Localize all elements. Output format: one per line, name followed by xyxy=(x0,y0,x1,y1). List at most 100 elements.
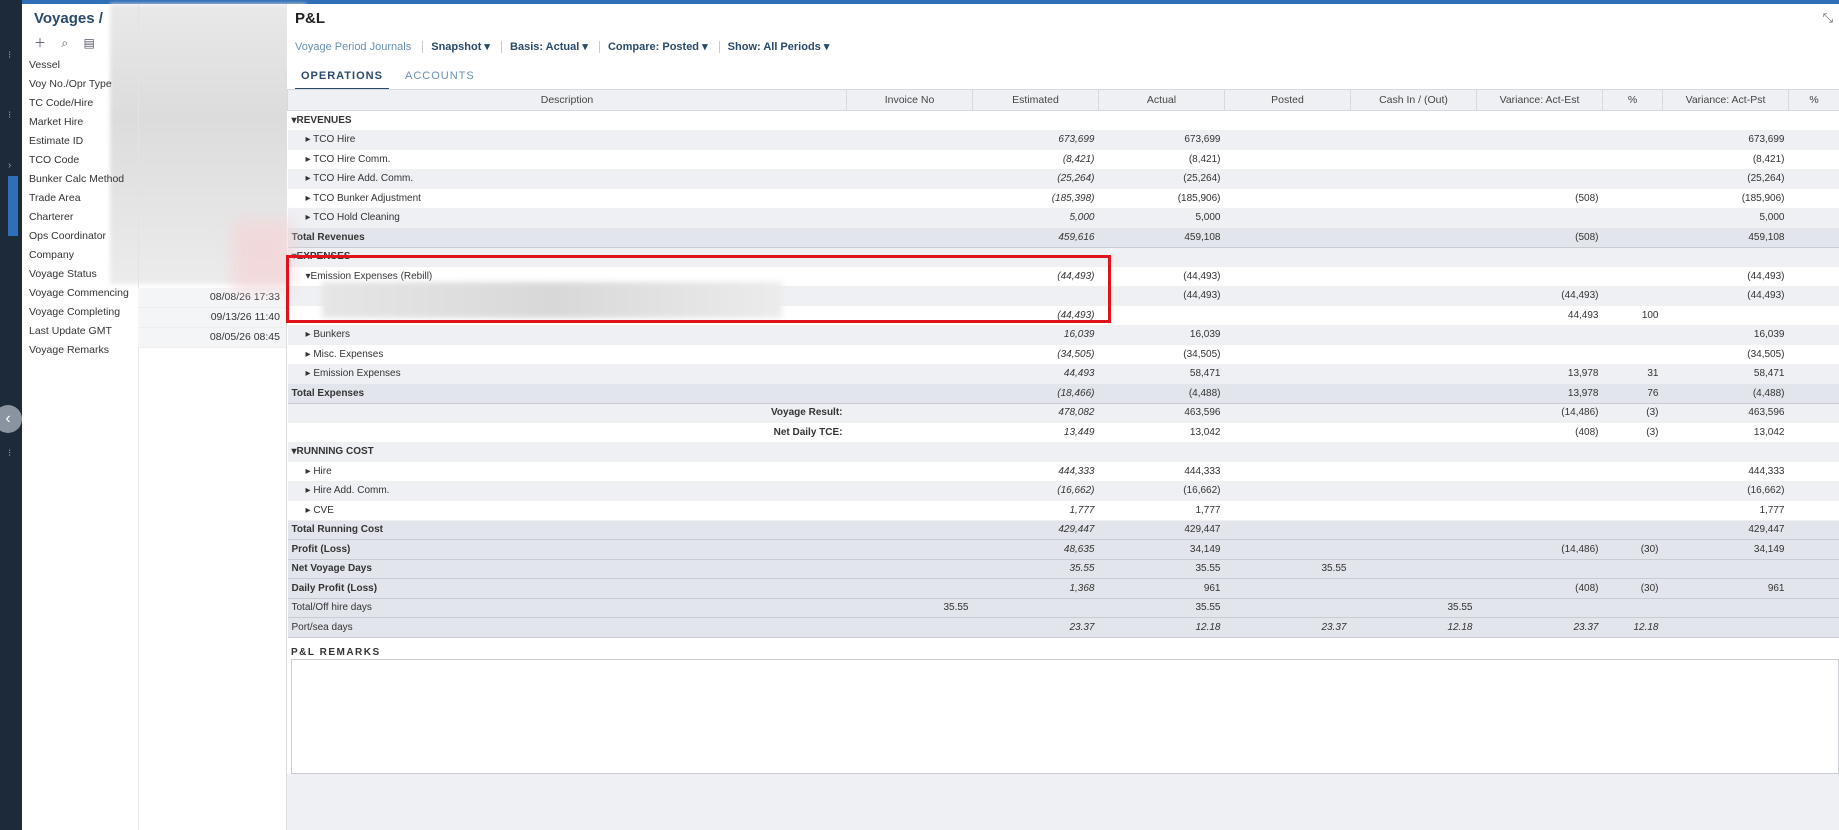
table-row[interactable]: Total Revenues 459,616 459,108 (508) 459,108 xyxy=(287,227,1839,248)
cell-value xyxy=(1224,364,1351,384)
expand-triangle-icon[interactable]: ▸ xyxy=(306,154,314,165)
cell-value xyxy=(1476,442,1603,462)
table-row[interactable]: ▸ Bunkers 16,039 16,039 16,039 xyxy=(287,325,1839,345)
compare-dropdown[interactable]: Compare: Posted ▾ xyxy=(598,41,708,53)
table-row[interactable]: ▸ CVE 1,777 1,777 1,777 xyxy=(287,500,1839,521)
snapshot-dropdown[interactable]: Snapshot ▾ xyxy=(422,41,490,53)
cell-value xyxy=(1350,364,1477,384)
cell-value xyxy=(1224,442,1351,462)
row-description: ▸ TCO Hire Add. Comm. xyxy=(287,169,847,189)
row-description: Total Running Cost xyxy=(287,520,847,540)
column-header[interactable]: Description xyxy=(287,89,847,111)
cell-value xyxy=(1788,110,1839,131)
table-row[interactable]: ▸ Misc. Expenses (34,505) (34,505) (34,505) xyxy=(287,344,1839,365)
table-row[interactable]: Profit (Loss) 48,635 34,149 (14,486) (30) 34,… xyxy=(287,539,1839,560)
cell-value xyxy=(1662,598,1789,618)
cell-value xyxy=(1350,305,1477,326)
table-row[interactable]: ▸ TCO Hold Cleaning 5,000 5,000 5,000 xyxy=(287,208,1839,228)
show-dropdown[interactable]: Show: All Periods ▾ xyxy=(718,41,830,53)
basis-dropdown[interactable]: Basis: Actual ▾ xyxy=(501,41,588,53)
cell-value: (30) xyxy=(1602,539,1663,560)
cell-value: 463,596 xyxy=(1662,403,1789,423)
voyage-field-label: Voyage Remarks xyxy=(29,344,109,356)
column-header[interactable]: % xyxy=(1788,89,1839,111)
remarks-textarea[interactable] xyxy=(291,659,1839,774)
rail-item-icon[interactable]: ⁝ xyxy=(8,110,11,121)
cell-value: (3) xyxy=(1602,422,1663,443)
row-description: ▸ TCO Hire xyxy=(287,130,847,150)
cell-value xyxy=(1350,227,1477,248)
cell-value: 23.37 xyxy=(972,617,1099,638)
cell-value: (25,264) xyxy=(972,169,1099,189)
cell-value xyxy=(846,442,973,462)
table-row[interactable]: ▸ Hire 444,333 444,333 444,333 xyxy=(287,461,1839,482)
row-description: ▸ Hire Add. Comm. xyxy=(287,481,847,501)
rail-item-icon[interactable]: ⁝ xyxy=(8,448,11,459)
rail-item-icon[interactable]: ⁝ xyxy=(8,50,11,61)
expand-triangle-icon[interactable]: ▸ xyxy=(306,212,314,223)
table-row[interactable]: ▸ TCO Hire 673,699 673,699 673,699 xyxy=(287,130,1839,150)
expand-triangle-icon[interactable]: ▸ xyxy=(306,193,314,204)
cell-value: 13,978 xyxy=(1476,383,1603,404)
column-header[interactable]: % xyxy=(1602,89,1663,111)
voyage-panel: Voyages / ＋ ⌕ ▤ Vessel Voy No./Opr Type TC… xyxy=(22,4,306,830)
table-row[interactable]: ▾RUNNING COST xyxy=(287,442,1839,462)
cell-value xyxy=(1788,305,1839,326)
row-label: Bunkers xyxy=(313,329,350,341)
table-row[interactable]: ▸ TCO Hire Add. Comm. (25,264) (25,264) (25… xyxy=(287,169,1839,189)
cell-value xyxy=(1788,188,1839,209)
table-row[interactable]: Net Voyage Days 35.55 35.55 35.55 xyxy=(287,559,1839,579)
cell-value xyxy=(846,520,973,540)
table-row[interactable]: ▸ Emission Expenses 44,493 58,471 13,978 31 5… xyxy=(287,364,1839,384)
cell-value: 16,039 xyxy=(972,325,1099,345)
remarks-label: P&L REMARKS xyxy=(291,647,381,658)
cell-value xyxy=(1224,266,1351,287)
field-values-column xyxy=(138,4,287,830)
cell-value: (8,421) xyxy=(1098,149,1225,170)
table-row[interactable]: ▸ TCO Bunker Adjustment (185,398) (185,906… xyxy=(287,188,1839,209)
table-row[interactable]: Voyage Result: 478,082 463,596 (14,486) (3) 4… xyxy=(287,403,1839,423)
row-label: Emission Expenses xyxy=(313,368,401,380)
expand-triangle-icon[interactable]: ▸ xyxy=(306,173,314,184)
row-label: TCO Hire Comm. xyxy=(313,153,391,165)
cell-value xyxy=(1476,344,1603,365)
voyage-period-journals-link[interactable]: Voyage Period Journals xyxy=(295,41,411,53)
table-row[interactable]: ▸ TCO Hire Comm. (8,421) (8,421) (8,421) xyxy=(287,149,1839,170)
pin-icon[interactable]: ⤡ xyxy=(1823,10,1833,26)
column-header[interactable]: Variance: Act-Pst xyxy=(1662,89,1789,111)
voyage-field-list: Vessel Voy No./Opr Type TC Code/Hire Market… xyxy=(22,56,138,360)
table-row[interactable]: ▸ Hire Add. Comm. (16,662) (16,662) (16,662… xyxy=(287,481,1839,501)
cell-value xyxy=(1602,208,1663,228)
column-header[interactable]: Estimated xyxy=(972,89,1099,111)
tab-accounts[interactable]: ACCOUNTS xyxy=(399,66,481,88)
table-row[interactable]: ▾REVENUES xyxy=(287,110,1839,131)
rail-item-icon[interactable]: › xyxy=(8,160,11,171)
cell-value xyxy=(1224,149,1351,170)
table-row[interactable]: Daily Profit (Loss) 1,368 961 (408) (30) 961 xyxy=(287,578,1839,599)
cell-value: 35.55 xyxy=(1224,559,1351,579)
table-row[interactable]: Net Daily TCE: 13,449 13,042 (408) (3) 13,042 xyxy=(287,422,1839,443)
voyage-field-label: Ops Coordinator xyxy=(29,230,107,242)
add-icon[interactable]: ＋ xyxy=(34,36,46,50)
column-header[interactable]: Cash In / (Out) xyxy=(1350,89,1477,111)
column-header[interactable]: Invoice No xyxy=(846,89,973,111)
table-row[interactable]: Total Expenses (18,466) (4,488) 13,978 76 (4,… xyxy=(287,383,1839,404)
column-header[interactable]: Posted xyxy=(1224,89,1351,111)
save-icon[interactable]: ▤ xyxy=(83,36,94,50)
column-header[interactable]: Variance: Act-Est xyxy=(1476,89,1603,111)
tab-operations[interactable]: OPERATIONS xyxy=(295,66,389,91)
table-row[interactable]: Total Running Cost 429,447 429,447 429,447 xyxy=(287,520,1839,540)
cell-value xyxy=(1788,442,1839,462)
cell-value xyxy=(1350,578,1477,599)
cell-value xyxy=(1788,461,1839,482)
cell-value: 44,493 xyxy=(972,364,1099,384)
column-header[interactable]: Actual xyxy=(1098,89,1225,111)
cell-value xyxy=(1350,422,1477,443)
cell-value: 463,596 xyxy=(1098,403,1225,423)
expand-triangle-icon[interactable]: ▸ xyxy=(306,134,314,145)
row-description: ▸ Hire xyxy=(287,461,847,482)
cell-value xyxy=(1350,110,1477,131)
cell-value xyxy=(1788,247,1839,267)
cell-value xyxy=(1476,110,1603,131)
search-icon[interactable]: ⌕ xyxy=(61,36,68,50)
